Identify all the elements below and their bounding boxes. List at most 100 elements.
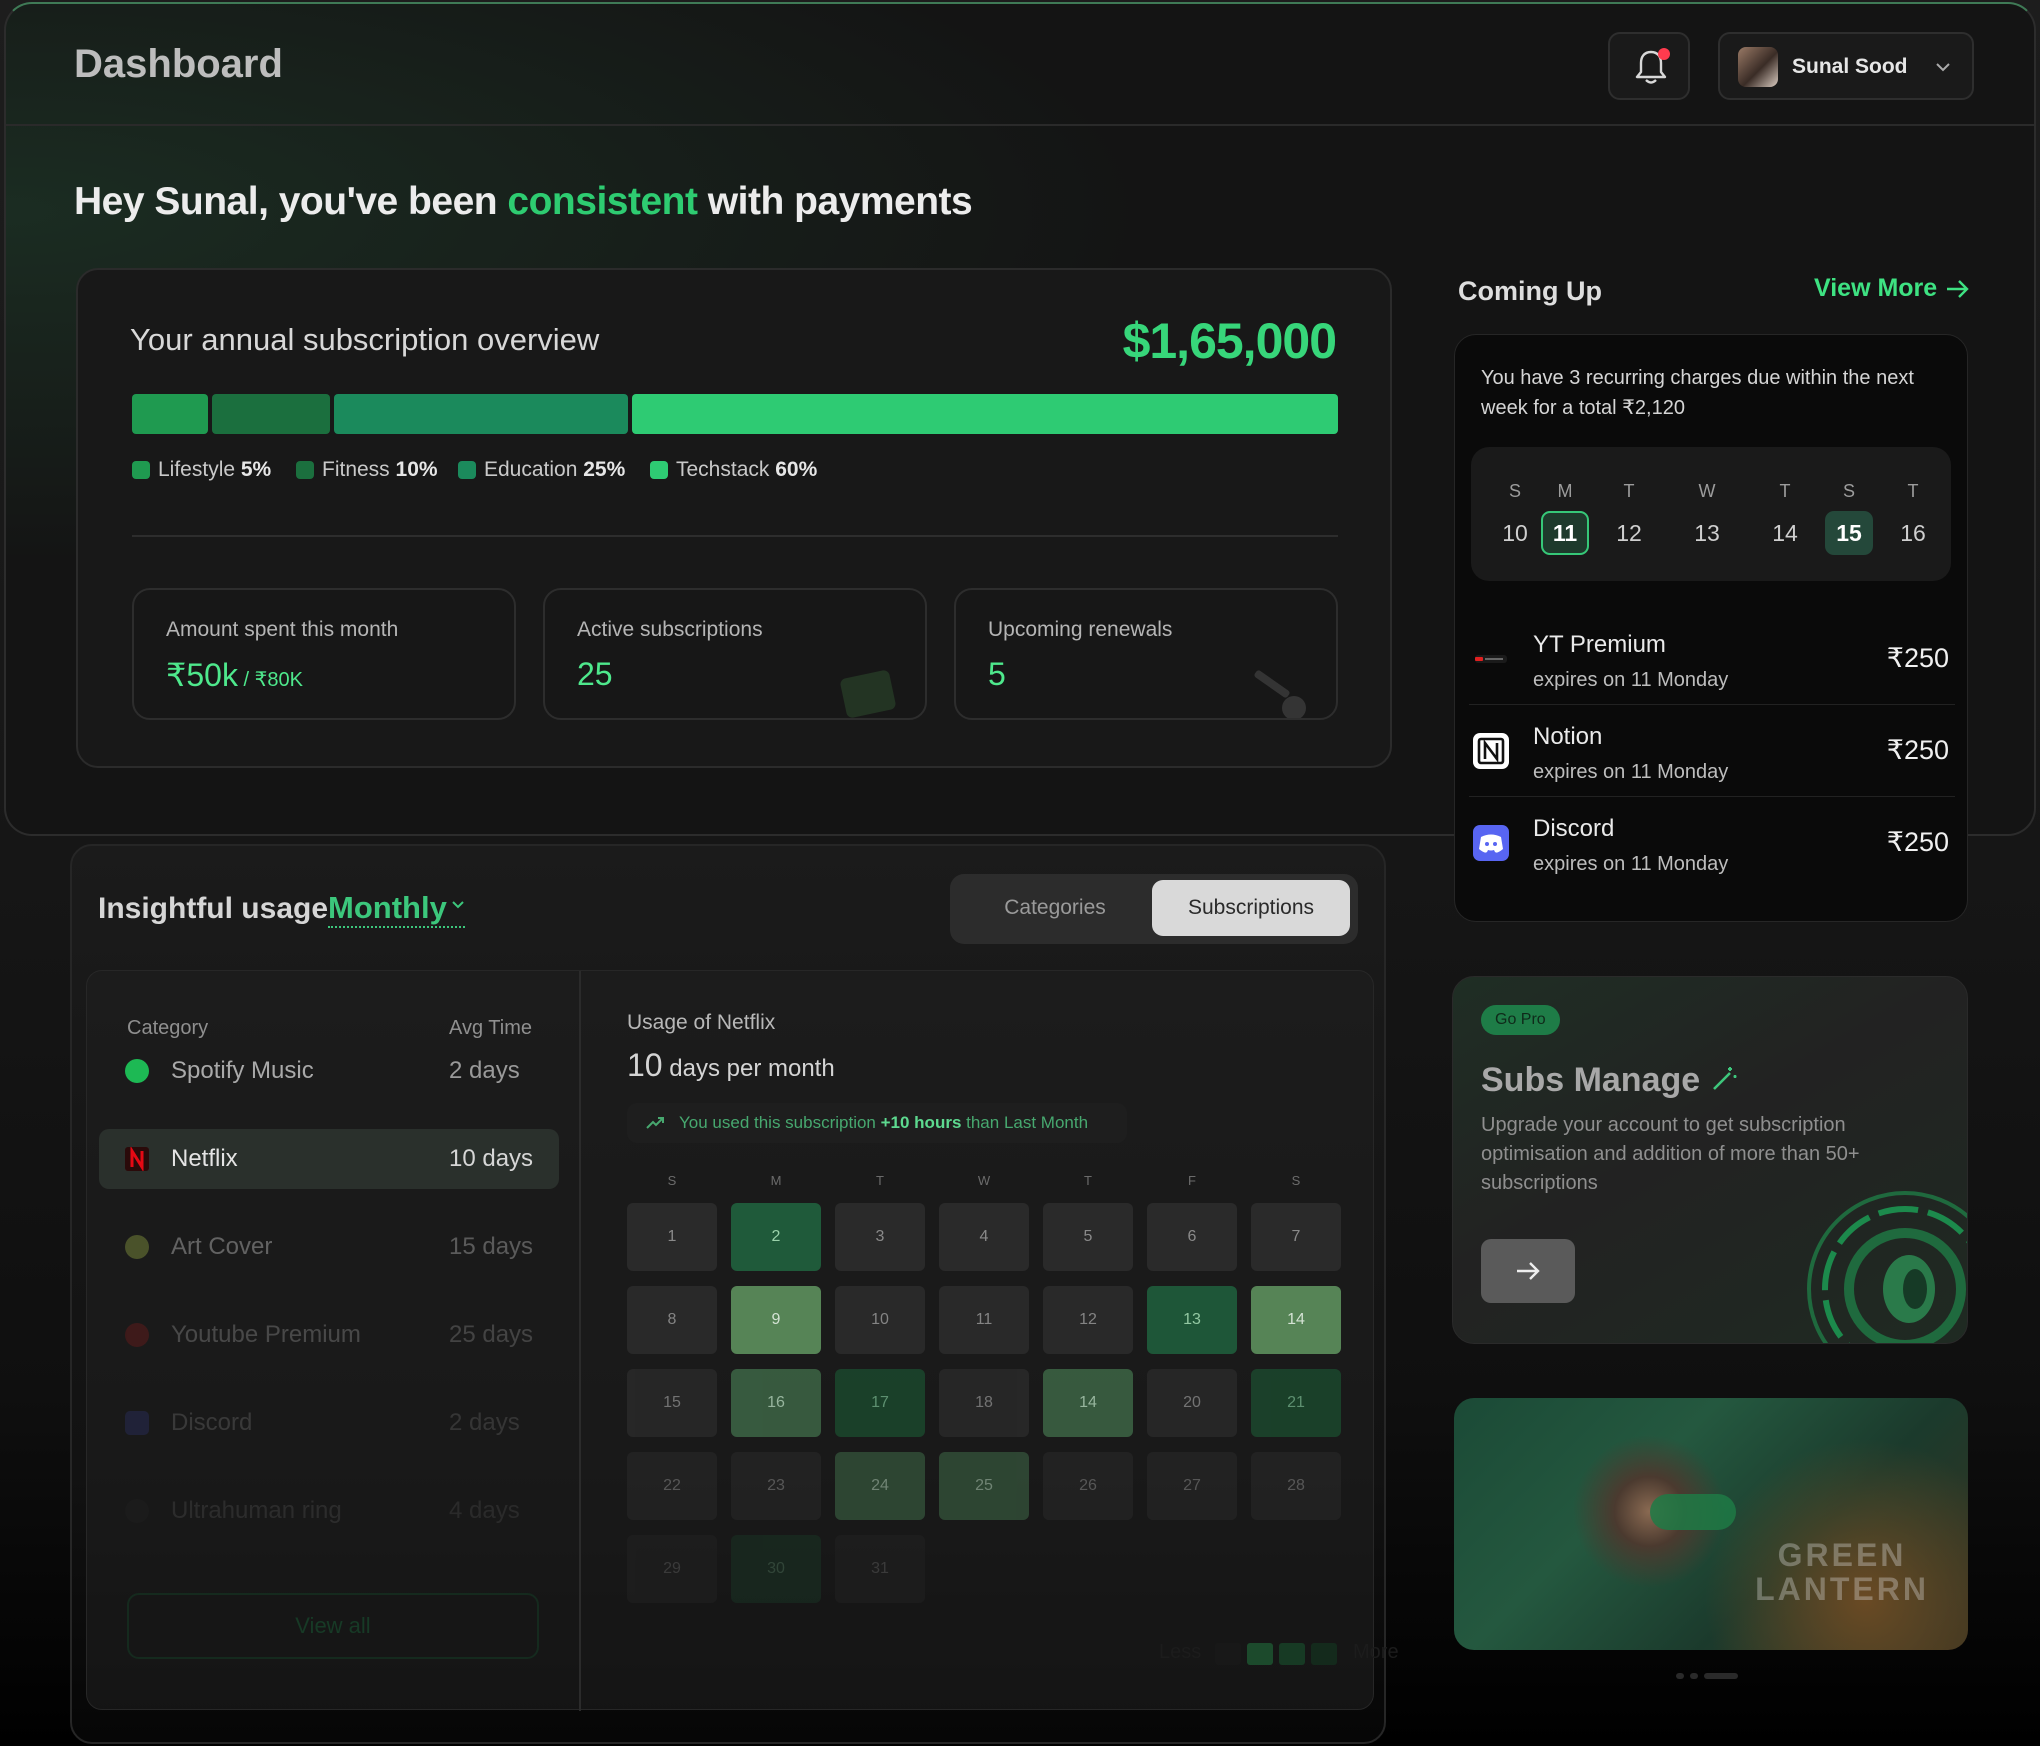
notifications-button[interactable] [1608,32,1690,100]
period-label: Monthly [328,890,447,925]
calendar-day[interactable]: 17 [835,1369,925,1437]
category-row-spotify-music[interactable]: Spotify Music 2 days [99,1041,559,1101]
promo-banner[interactable]: GREEN LANTERN [1454,1398,1968,1650]
card-icon [840,670,896,718]
category-row-discord[interactable]: Discord 2 days [99,1393,559,1453]
calendar-day[interactable]: 8 [627,1286,717,1354]
insightful-usage-card: Insightful usage Monthly Categories Subs… [70,844,1399,1744]
calendar-day[interactable]: 31 [835,1535,925,1603]
tab-subscriptions[interactable]: Subscriptions [1152,880,1350,936]
column-header-avg-time: Avg Time [449,1017,532,1039]
legend-label: Techstack [676,458,776,481]
calendar-day[interactable]: 6 [1147,1203,1237,1271]
allocation-segment-techstack[interactable] [632,394,1338,434]
legend-swatch [1311,1643,1337,1665]
category-row-ultrahuman-ring[interactable]: Ultrahuman ring 4 days [99,1481,559,1541]
calendar-day[interactable]: 7 [1251,1203,1341,1271]
charge-expiry: expires on 11 Monday [1533,669,1729,691]
calendar-day[interactable]: 22 [627,1452,717,1520]
category-row-netflix[interactable]: Netflix 10 days [99,1129,559,1189]
calendar-day[interactable]: 30 [731,1535,821,1603]
calendar-day[interactable]: 1 [627,1203,717,1271]
day-14[interactable]: T 14 [1757,447,1813,581]
calendar-day[interactable]: 14 [1251,1286,1341,1354]
day-10[interactable]: S 10 [1487,447,1543,581]
divider [132,535,1338,537]
calendar-day[interactable]: 11 [939,1286,1029,1354]
legend-more: More [1353,1641,1399,1663]
calendar-day[interactable]: 27 [1147,1452,1237,1520]
calendar-weekday: T [876,1173,884,1188]
calendar-day[interactable]: 15 [627,1369,717,1437]
view-toggle: Categories Subscriptions [950,874,1358,944]
category-avg-time: 10 days [449,1145,534,1172]
user-name: Sunal Sood [1792,55,1908,78]
legend-percent: 10% [395,458,438,481]
calendar-day[interactable]: 10 [835,1286,925,1354]
charge-item-discord[interactable]: Discord expires on 11 Monday ₹250 [1455,797,1967,889]
day-11[interactable]: M 11 [1537,447,1593,581]
stat-active-subscriptions[interactable]: Active subscriptions 25 [543,588,927,720]
charge-item-notion[interactable]: Notion expires on 11 Monday ₹250 [1455,705,1967,797]
stat-amount-spent[interactable]: Amount spent this month ₹50k / ₹80K [132,588,516,720]
category-row-youtube-premium[interactable]: Youtube Premium 25 days [99,1305,559,1365]
stat-upcoming-renewals[interactable]: Upcoming renewals 5 [954,588,1338,720]
allocation-segment-fitness[interactable] [212,394,330,434]
calendar-day[interactable]: 16 [731,1369,821,1437]
charge-expiry: expires on 11 Monday [1533,761,1729,783]
calendar-day[interactable]: 23 [731,1452,821,1520]
day-15[interactable]: S 15 [1821,447,1877,581]
category-avg-time: 15 days [449,1233,534,1260]
upgrade-button[interactable] [1481,1239,1575,1303]
allocation-segment-education[interactable] [334,394,628,434]
carousel-dot[interactable] [1690,1673,1698,1679]
calendar-day[interactable]: 12 [1043,1286,1133,1354]
period-dropdown[interactable]: Monthly [328,890,465,928]
view-more-link[interactable]: View More [1814,274,1971,303]
day-12[interactable]: T 12 [1601,447,1657,581]
charge-expiry: expires on 11 Monday [1533,853,1729,875]
greeting-accent: consistent [507,180,698,223]
youtube-icon [125,1323,149,1347]
stat-label: Upcoming renewals [988,618,1173,641]
day-number: 14 [1772,520,1798,546]
arrow-right-icon [1517,1262,1540,1280]
subscription-overview-card: Your annual subscription overview $1,65,… [76,268,1392,768]
insight-body: Category Avg Time Spotify Music 2 days Net… [86,970,1399,1711]
view-all-button[interactable]: View all [127,1593,539,1659]
notion-icon [1471,731,1511,771]
usage-comparison-note: You used this subscription +10 hours tha… [627,1103,1127,1143]
note-start: You used this subscription [679,1113,881,1132]
calendar-day[interactable]: 21 [1251,1369,1341,1437]
carousel-dot[interactable] [1676,1673,1684,1679]
calendar-day[interactable]: 29 [627,1535,717,1603]
calendar-day[interactable]: 25 [939,1452,1029,1520]
greeting-start: Hey Sunal, you've been [74,180,508,223]
calendar-day[interactable]: 14 [1043,1369,1133,1437]
calendar-day[interactable]: 28 [1251,1452,1341,1520]
charge-name: Notion [1533,723,1603,750]
allocation-segment-lifestyle[interactable] [132,394,208,434]
stat-value: 5 [988,656,1006,692]
category-row-art-cover[interactable]: Art Cover 15 days [99,1217,559,1277]
calendar-day[interactable]: 2 [731,1203,821,1271]
calendar-day[interactable]: 18 [939,1369,1029,1437]
day-13[interactable]: W 13 [1679,447,1735,581]
coming-up-card: You have 3 recurring charges due within … [1454,334,1968,922]
carousel-dot[interactable] [1704,1673,1738,1679]
calendar-day[interactable]: 13 [1147,1286,1237,1354]
calendar-day[interactable]: 4 [939,1203,1029,1271]
calendar-day[interactable]: 3 [835,1203,925,1271]
calendar-day[interactable]: 9 [731,1286,821,1354]
pro-title-text: Subs Manage [1481,1061,1701,1099]
view-more-label: View More [1814,274,1938,302]
calendar-day[interactable]: 5 [1043,1203,1133,1271]
charge-item-yt-premium[interactable]: YT Premium expires on 11 Monday ₹250 [1455,613,1967,705]
tab-categories[interactable]: Categories [960,880,1150,936]
user-menu-button[interactable]: Sunal Sood [1718,32,1974,100]
calendar-day[interactable]: 26 [1043,1452,1133,1520]
avatar [1738,47,1778,87]
calendar-day[interactable]: 24 [835,1452,925,1520]
day-16[interactable]: T 16 [1885,447,1941,581]
calendar-day[interactable]: 20 [1147,1369,1237,1437]
